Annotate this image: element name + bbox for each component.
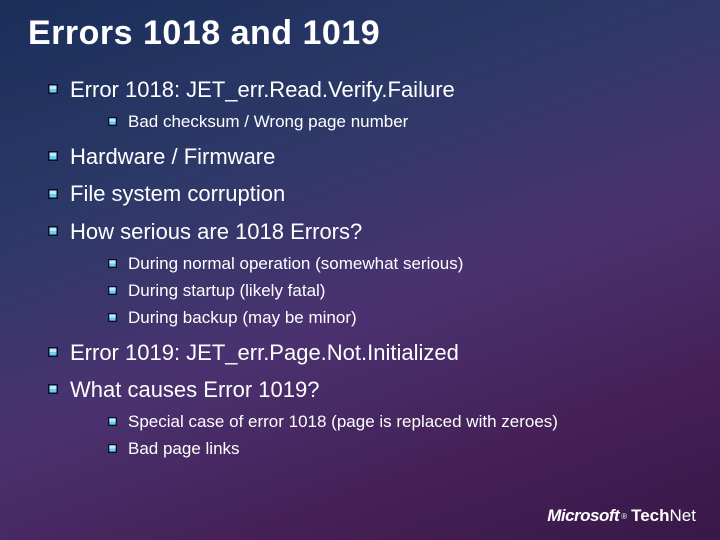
bullet-icon (48, 151, 58, 161)
bullet-list-level2: During normal operation (somewhat seriou… (108, 253, 692, 330)
logo-microsoft: Microsoft (547, 506, 619, 526)
bullet-list-level2: Special case of error 1018 (page is repl… (108, 411, 692, 461)
list-item-text: Error 1018: JET_err.Read.Verify.Failure (70, 77, 455, 102)
list-item-text: Bad page links (128, 439, 240, 458)
bullet-icon (48, 384, 58, 394)
list-item-text: Hardware / Firmware (70, 144, 275, 169)
list-item-text: Error 1019: JET_err.Page.Not.Initialized (70, 340, 459, 365)
list-item-text: File system corruption (70, 181, 285, 206)
list-item: During startup (likely fatal) (108, 280, 692, 303)
list-item-text: During backup (may be minor) (128, 308, 357, 327)
slide: Errors 1018 and 1019 Error 1018: JET_err… (0, 0, 720, 540)
logo-registered: ® (621, 512, 627, 521)
list-item-text: How serious are 1018 Errors? (70, 219, 362, 244)
list-item: Hardware / Firmware (48, 142, 692, 172)
list-item-text: Special case of error 1018 (page is repl… (128, 412, 558, 431)
slide-title: Errors 1018 and 1019 (28, 14, 692, 53)
list-item-text: Bad checksum / Wrong page number (128, 112, 408, 131)
list-item-text: During startup (likely fatal) (128, 281, 325, 300)
bullet-icon (108, 417, 117, 426)
logo-tech: Tech (631, 506, 669, 525)
bullet-icon (108, 117, 117, 126)
bullet-list-level1: Error 1018: JET_err.Read.Verify.Failure … (48, 75, 692, 461)
bullet-icon (108, 444, 117, 453)
footer-logo: Microsoft® TechNet (547, 506, 696, 526)
list-item-text: What causes Error 1019? (70, 377, 319, 402)
list-item: During normal operation (somewhat seriou… (108, 253, 692, 276)
list-item: During backup (may be minor) (108, 307, 692, 330)
list-item: Special case of error 1018 (page is repl… (108, 411, 692, 434)
logo-net: Net (670, 506, 696, 525)
bullet-icon (48, 189, 58, 199)
bullet-icon (108, 313, 117, 322)
list-item: Bad checksum / Wrong page number (108, 111, 692, 134)
list-item: How serious are 1018 Errors? During norm… (48, 217, 692, 330)
bullet-icon (48, 84, 58, 94)
list-item: Error 1019: JET_err.Page.Not.Initialized (48, 338, 692, 368)
bullet-icon (108, 259, 117, 268)
bullet-icon (108, 286, 117, 295)
bullet-list-level2: Bad checksum / Wrong page number (108, 111, 692, 134)
list-item-text: During normal operation (somewhat seriou… (128, 254, 463, 273)
bullet-icon (48, 226, 58, 236)
list-item: Bad page links (108, 438, 692, 461)
logo-technet: TechNet (631, 506, 696, 526)
bullet-icon (48, 347, 58, 357)
list-item: File system corruption (48, 179, 692, 209)
list-item: What causes Error 1019? Special case of … (48, 375, 692, 461)
list-item: Error 1018: JET_err.Read.Verify.Failure … (48, 75, 692, 134)
